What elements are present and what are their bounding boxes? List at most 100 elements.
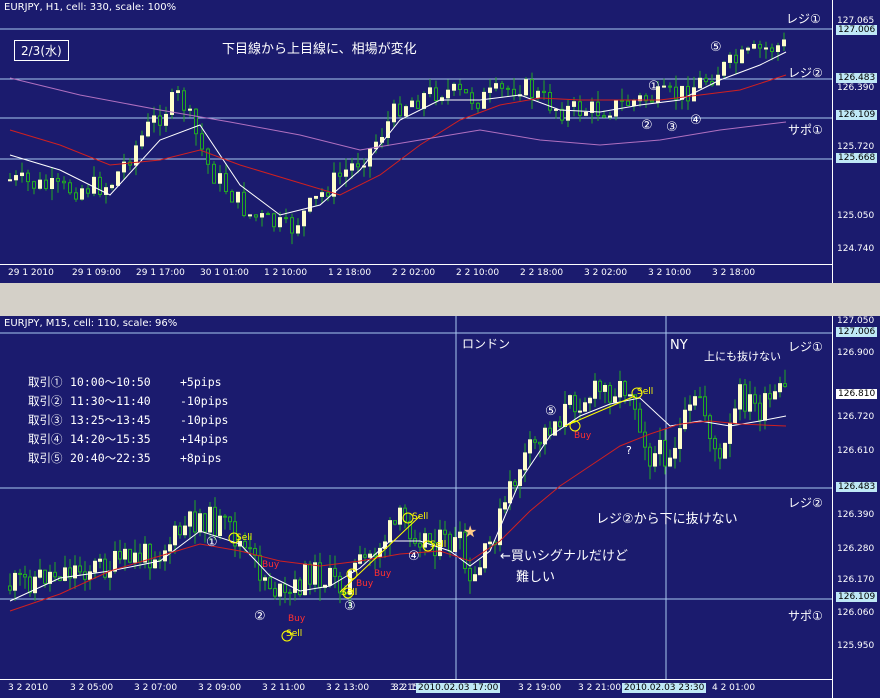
- candle-body: [43, 569, 47, 584]
- h1-time-label: 29 1 2010: [8, 268, 54, 278]
- candle-body: [568, 395, 572, 405]
- candle-body: [584, 111, 588, 116]
- candle-body: [613, 396, 617, 403]
- candle-body: [133, 552, 137, 563]
- h1-price-label-line: 125.668: [836, 153, 878, 163]
- h1-price-label: 124.740: [837, 244, 875, 254]
- candle-body: [748, 394, 752, 412]
- buy-signal: Buy: [356, 579, 374, 589]
- m15-chart-panel[interactable]: EURJPY, M15, cell: 110, scale: 96% ロンドン …: [0, 316, 880, 698]
- candle-body: [212, 163, 216, 184]
- candle-body: [602, 115, 606, 118]
- candle-body: [683, 409, 687, 430]
- candle-body: [468, 568, 472, 582]
- candle-body: [658, 439, 662, 455]
- candle-body: [783, 383, 787, 387]
- m15-time-label-cursor: 2010.02.03 23:30: [622, 683, 707, 693]
- candle-body: [206, 148, 210, 165]
- candle-body: [588, 397, 592, 404]
- candle-body: [218, 515, 222, 537]
- candle-body: [113, 550, 117, 572]
- candle-body: [363, 554, 367, 558]
- candle-body: [542, 90, 546, 94]
- buy-signal: Buy: [262, 560, 280, 570]
- h1-marker-3: ③: [666, 120, 678, 135]
- candle-body: [448, 533, 452, 553]
- candle-body: [488, 87, 492, 93]
- candle-body: [703, 396, 707, 417]
- candle-body: [698, 77, 702, 89]
- candle-body: [333, 567, 337, 577]
- m15-time-label: 3 2 19:00: [518, 683, 562, 693]
- buy-signal-note-2: 難しい: [516, 570, 556, 585]
- candle-body: [398, 507, 402, 525]
- candle-body: [548, 427, 552, 436]
- h1-time-label: 2 2 10:00: [456, 268, 500, 278]
- candle-body: [528, 439, 532, 454]
- ny-session-label: NY: [670, 338, 688, 353]
- candle-body: [752, 43, 756, 49]
- h1-price-scale[interactable]: 127.065 127.006 126.483 126.390 126.109 …: [832, 0, 880, 283]
- candle-body: [168, 544, 172, 552]
- m15-time-label: 3 2 21:00: [578, 683, 622, 693]
- candle-body: [320, 192, 324, 197]
- candle-body: [62, 180, 66, 184]
- m15-res1-label: レジ①: [788, 340, 823, 354]
- candle-body: [708, 415, 712, 439]
- m15-price-label: 125.950: [837, 641, 875, 651]
- m15-price-scale[interactable]: 127.050 127.006 126.900 126.810 126.720 …: [832, 316, 880, 698]
- candle-body: [13, 572, 17, 591]
- candle-body: [452, 83, 456, 91]
- candle-body: [63, 567, 67, 581]
- m15-time-label-cursor: 2010.02.03 17:00: [416, 683, 501, 693]
- candle-body: [530, 79, 534, 98]
- trade-row-2: 取引② 11:30～11:40 -10pips: [28, 394, 229, 408]
- candle-body: [393, 520, 397, 525]
- candle-body: [248, 547, 252, 550]
- candle-body: [593, 380, 597, 399]
- candle-body: [698, 396, 702, 399]
- candle-body: [713, 437, 717, 450]
- candle-body: [583, 402, 587, 412]
- candle-body: [628, 394, 632, 397]
- candle-body: [14, 175, 18, 181]
- candle-body: [228, 516, 232, 523]
- candle-body: [290, 217, 294, 234]
- candle-body: [123, 548, 127, 560]
- candle-body: [648, 446, 652, 467]
- candle-body: [313, 562, 317, 585]
- h1-chart-panel[interactable]: EURJPY, H1, cell: 330, scale: 100% 2/3(水…: [0, 0, 880, 283]
- candle-body: [32, 181, 36, 189]
- candle-body: [236, 191, 240, 203]
- candle-body: [344, 169, 348, 177]
- candle-body: [618, 380, 622, 398]
- chart-separator[interactable]: [0, 283, 880, 316]
- candle-body: [350, 163, 354, 171]
- candle-body: [314, 195, 318, 199]
- m15-price-label: 126.060: [837, 608, 875, 618]
- h1-marker-5: ⑤: [710, 40, 722, 55]
- candle-body: [548, 92, 552, 111]
- candle-body: [416, 100, 420, 109]
- candle-body: [242, 191, 246, 217]
- candle-body: [470, 92, 474, 104]
- candle-body: [388, 520, 392, 543]
- m15-marker-3: ③: [344, 599, 356, 614]
- candle-body: [218, 173, 222, 184]
- candle-body: [598, 380, 602, 392]
- candle-body: [554, 108, 558, 111]
- candle-body: [662, 85, 666, 88]
- buy-signal-note-1: ←買いシグナルだけど: [500, 549, 628, 564]
- candle-body: [176, 90, 180, 94]
- candle-body: [773, 391, 777, 400]
- candle-body: [743, 384, 747, 412]
- candle-body: [223, 515, 227, 518]
- candle-body: [603, 385, 607, 392]
- candle-body: [98, 176, 102, 195]
- candle-body: [523, 452, 527, 471]
- candle-body: [458, 83, 462, 91]
- candle-body: [524, 79, 528, 96]
- candle-body: [193, 511, 197, 533]
- candle-body: [53, 571, 57, 578]
- candle-body: [688, 404, 692, 411]
